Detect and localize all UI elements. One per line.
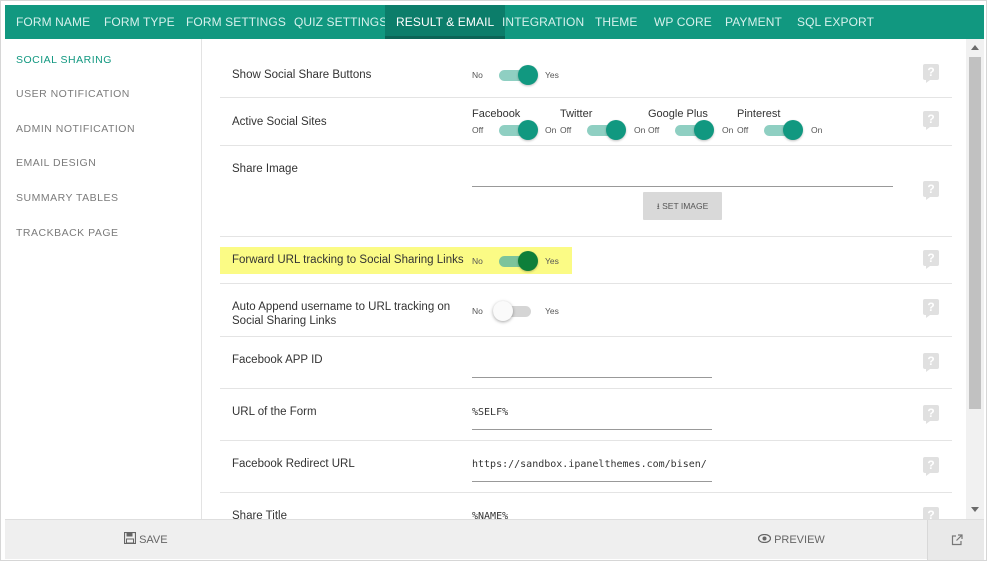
save-button[interactable]: SAVE xyxy=(123,520,168,560)
setting-label: Active Social Sites xyxy=(232,116,327,128)
site-google-plus-label: Google Plus xyxy=(648,108,708,120)
fb-redirect-input[interactable]: https://sandbox.ipanelthemes.com/bisen/ xyxy=(472,457,712,482)
tab-form-settings[interactable]: FORM SETTINGS xyxy=(175,5,297,39)
sidebar-item-admin-notification[interactable]: ADMIN NOTIFICATION xyxy=(16,123,135,135)
facebook-toggle[interactable] xyxy=(499,120,538,140)
set-image-label: SET IMAGE xyxy=(662,201,709,211)
setting-label-line2: Social Sharing Links xyxy=(232,315,337,327)
question-icon[interactable]: ? xyxy=(923,507,939,519)
sidebar-item-summary-tables[interactable]: SUMMARY TABLES xyxy=(16,192,119,204)
switch-on-label: On xyxy=(811,125,823,135)
question-icon[interactable]: ? xyxy=(923,64,939,83)
setting-row-auto-append: Auto Append username to URL tracking on … xyxy=(220,284,952,337)
setting-label: Share Title xyxy=(232,510,287,519)
switch-no-label: No xyxy=(472,256,483,266)
question-icon[interactable]: ? xyxy=(923,405,939,424)
setting-row-active-sites: Active Social Sites Facebook Off On Twit… xyxy=(220,98,952,146)
switch-off-label: Off xyxy=(648,125,660,135)
form-url-input[interactable]: %SELF% xyxy=(472,405,712,430)
setting-row-show-share: Show Social Share Buttons No Yes ? xyxy=(220,51,952,98)
site-facebook-label: Facebook xyxy=(472,108,521,120)
setting-label: Show Social Share Buttons xyxy=(232,69,372,81)
setting-label: URL of the Form xyxy=(232,406,317,418)
tab-wp-core[interactable]: WP CORE xyxy=(643,5,723,39)
floppy-icon xyxy=(123,531,137,545)
tab-theme[interactable]: THEME xyxy=(584,5,649,39)
tab-form-name[interactable]: FORM NAME xyxy=(5,5,101,39)
question-icon[interactable]: ? xyxy=(923,457,939,476)
auto-append-toggle[interactable] xyxy=(493,301,531,321)
switch-off-label: Off xyxy=(737,125,749,135)
switch-no-label: No xyxy=(472,70,483,80)
app-window: FORM NAME FORM TYPE FORM SETTINGS QUIZ S… xyxy=(0,0,987,561)
show-share-toggle[interactable] xyxy=(499,65,538,85)
scroll-thumb[interactable] xyxy=(969,57,981,409)
setting-label-line1: Auto Append username to URL tracking on xyxy=(232,301,451,313)
tab-integration[interactable]: INTEGRATION xyxy=(491,5,595,39)
setting-label: Share Image xyxy=(232,163,298,175)
switch-yes-label: Yes xyxy=(545,306,559,316)
tab-payment[interactable]: PAYMENT xyxy=(714,5,793,39)
vertical-scrollbar[interactable] xyxy=(966,39,984,519)
setting-label: Facebook Redirect URL xyxy=(232,458,355,470)
sidebar-item-email-design[interactable]: EMAIL DESIGN xyxy=(16,157,96,169)
twitter-toggle[interactable] xyxy=(587,120,626,140)
question-icon[interactable]: ? xyxy=(923,299,939,318)
setting-row-form-url: URL of the Form %SELF% ? xyxy=(220,389,952,441)
top-tab-bar: FORM NAME FORM TYPE FORM SETTINGS QUIZ S… xyxy=(5,5,984,39)
external-link-icon xyxy=(951,534,963,546)
setting-row-forward-url: Forward URL tracking to Social Sharing L… xyxy=(220,237,952,284)
site-twitter-label: Twitter xyxy=(560,108,593,120)
preview-label: PREVIEW xyxy=(774,534,825,546)
setting-label: Facebook APP ID xyxy=(232,354,323,366)
footer-bar: SAVE PREVIEW xyxy=(5,519,984,560)
switch-yes-label: Yes xyxy=(545,256,559,266)
question-icon[interactable]: ? xyxy=(923,250,939,269)
sidebar-item-social-sharing[interactable]: SOCIAL SHARING xyxy=(16,54,112,66)
google-plus-toggle[interactable] xyxy=(675,120,714,140)
setting-row-share-image: Share Image ⭳ SET IMAGE ? xyxy=(220,146,952,237)
switch-no-label: No xyxy=(472,306,483,316)
sidebar: SOCIAL SHARING USER NOTIFICATION ADMIN N… xyxy=(5,39,202,519)
preview-button[interactable]: PREVIEW xyxy=(757,520,825,560)
setting-row-share-title: Share Title %NAME% ? xyxy=(220,493,952,519)
switch-on-label: On xyxy=(634,125,646,135)
setting-row-fb-redirect: Facebook Redirect URL https://sandbox.ip… xyxy=(220,441,952,493)
tab-sql-export[interactable]: SQL EXPORT xyxy=(786,5,885,39)
set-image-button[interactable]: ⭳ SET IMAGE xyxy=(643,192,722,220)
switch-on-label: On xyxy=(545,125,557,135)
switch-yes-label: Yes xyxy=(545,70,559,80)
site-pinterest-label: Pinterest xyxy=(737,108,781,120)
tab-form-type[interactable]: FORM TYPE xyxy=(93,5,186,39)
scroll-down-arrow-icon[interactable] xyxy=(971,507,979,512)
tab-result-email[interactable]: RESULT & EMAIL xyxy=(385,5,506,39)
question-icon[interactable]: ? xyxy=(923,353,939,372)
upload-icon: ⭳ xyxy=(656,201,660,211)
setting-row-fb-app-id: Facebook APP ID ? xyxy=(220,337,952,389)
sidebar-item-trackback-page[interactable]: TRACKBACK PAGE xyxy=(16,227,119,239)
tab-quiz-settings[interactable]: QUIZ SETTINGS xyxy=(283,5,398,39)
eye-icon xyxy=(757,533,772,544)
scroll-up-arrow-icon[interactable] xyxy=(971,45,979,50)
switch-on-label: On xyxy=(722,125,734,135)
switch-off-label: Off xyxy=(560,125,572,135)
question-icon[interactable]: ? xyxy=(923,111,939,130)
open-external-button[interactable] xyxy=(927,520,984,560)
question-icon[interactable]: ? xyxy=(923,181,939,200)
setting-label: Forward URL tracking to Social Sharing L… xyxy=(232,254,464,266)
fb-app-id-input[interactable] xyxy=(472,363,712,378)
save-label: SAVE xyxy=(139,534,168,546)
share-image-field[interactable] xyxy=(472,172,893,187)
share-title-input[interactable]: %NAME% xyxy=(472,509,712,519)
settings-panel: Show Social Share Buttons No Yes ? Activ… xyxy=(203,39,966,519)
pinterest-toggle[interactable] xyxy=(764,120,803,140)
forward-url-toggle[interactable] xyxy=(499,251,538,271)
sidebar-item-user-notification[interactable]: USER NOTIFICATION xyxy=(16,88,130,100)
switch-off-label: Off xyxy=(472,125,484,135)
